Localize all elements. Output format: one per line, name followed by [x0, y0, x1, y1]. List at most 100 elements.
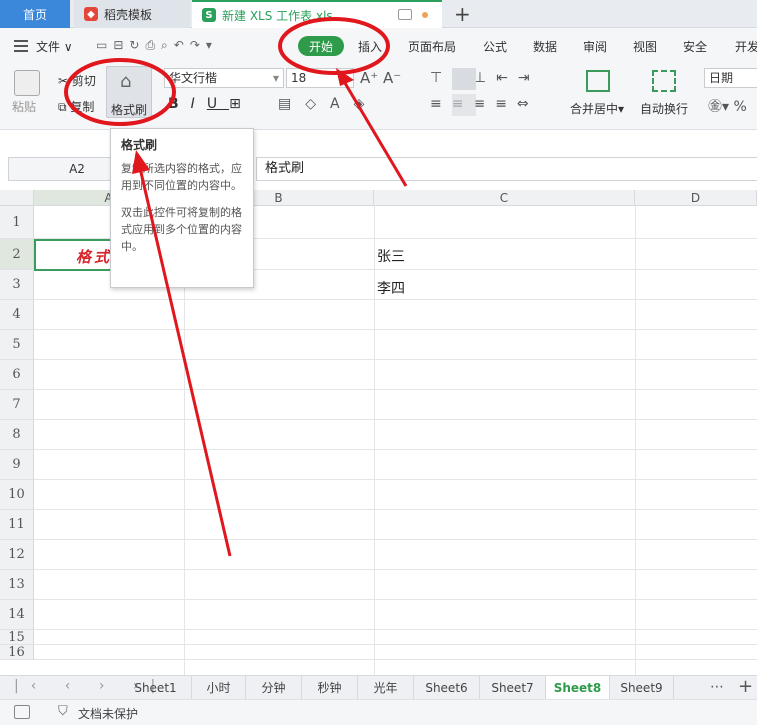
- row-header-10[interactable]: 10: [0, 480, 34, 510]
- merge-center-icon: [586, 70, 610, 92]
- menu-insert[interactable]: 插入: [358, 38, 382, 55]
- unsaved-dot-icon: [422, 12, 428, 18]
- shield-icon: ⛉: [58, 704, 68, 719]
- cell-c3[interactable]: 李四: [377, 278, 405, 298]
- menu-row: 文件 ∨ ▭⊟↻⎙⌕↶↷▾ 插入 页面布局 公式 数据 审阅 视图 安全 开发: [0, 28, 757, 64]
- select-all-corner[interactable]: [0, 190, 34, 206]
- sheet-tab-小时[interactable]: 小时: [192, 676, 246, 700]
- document-tab-bar: 首页 ◆ 稻壳模板 S 新建 XLS 工作表.xls +: [0, 0, 757, 28]
- menu-data[interactable]: 数据: [533, 38, 557, 55]
- status-bar: ⛉ 文档未保护: [0, 699, 757, 725]
- ribbon: 粘贴 ✂ 剪切 ⧉ 复制 ⌂ 格式刷 华文行楷 ▾ 18 ▾ A⁺ A⁻ BIU⊞ …: [0, 64, 757, 130]
- row-gridline: [34, 569, 757, 570]
- sheet-tab-sheet9[interactable]: Sheet9: [610, 676, 674, 700]
- tab-home[interactable]: 首页: [0, 0, 70, 28]
- cut-button[interactable]: ✂ 剪切: [58, 72, 96, 89]
- align-middle-active[interactable]: [452, 68, 476, 90]
- copy-button[interactable]: ⧉ 复制: [58, 98, 94, 115]
- tab-active-file-label: 新建 XLS 工作表.xls: [222, 8, 333, 23]
- font-size-select[interactable]: 18 ▾: [286, 68, 354, 88]
- menu-page-layout[interactable]: 页面布局: [408, 38, 456, 55]
- number-format-select[interactable]: 日期: [704, 68, 757, 88]
- row-header-15[interactable]: 15: [0, 630, 34, 645]
- menu-file[interactable]: 文件 ∨: [36, 38, 73, 55]
- font-style-buttons[interactable]: BIU⊞: [168, 96, 253, 112]
- menu-review[interactable]: 审阅: [583, 38, 607, 55]
- tab-templates[interactable]: ◆ 稻壳模板: [74, 0, 190, 28]
- currency-percent-icons[interactable]: ㊎▾ %: [708, 96, 747, 116]
- tab-templates-label: 稻壳模板: [104, 7, 153, 22]
- row-header-4[interactable]: 4: [0, 300, 34, 330]
- font-family-select[interactable]: 华文行楷 ▾: [164, 68, 284, 88]
- wrap-text-button[interactable]: 自动换行: [640, 100, 688, 117]
- wrap-text-icon: [652, 70, 676, 92]
- new-tab-plus-icon[interactable]: +: [454, 2, 471, 26]
- column-header-d[interactable]: D: [635, 190, 757, 206]
- row-header-3[interactable]: 3: [0, 270, 34, 300]
- sheet-tab-sheet7[interactable]: Sheet7: [480, 676, 546, 700]
- template-logo-icon: ◆: [84, 7, 98, 21]
- font-grow-shrink-icons[interactable]: A⁺ A⁻: [360, 69, 401, 87]
- vertical-align-icons[interactable]: ⊤≡⊥⇤⇥: [430, 70, 540, 86]
- row-header-11[interactable]: 11: [0, 510, 34, 540]
- tab-active-file[interactable]: S 新建 XLS 工作表.xls: [192, 0, 442, 28]
- row-gridline: [34, 299, 757, 300]
- row-header-6[interactable]: 6: [0, 360, 34, 390]
- row-header-13[interactable]: 13: [0, 570, 34, 600]
- tooltip-title: 格式刷: [121, 138, 158, 152]
- row-header-16[interactable]: 16: [0, 645, 34, 660]
- copy-icon: ⧉: [58, 100, 67, 114]
- quick-access-toolbar[interactable]: ▭⊟↻⎙⌕↶↷▾: [96, 38, 218, 53]
- row-gridline: [34, 389, 757, 390]
- format-painter-button[interactable]: ⌂ 格式刷: [106, 66, 152, 118]
- align-center-active[interactable]: [452, 94, 476, 116]
- tooltip-text-2: 双击此控件可将复制的格式应用到多个位置的内容中。: [121, 206, 242, 253]
- more-sheets-icon[interactable]: ⋯: [710, 679, 724, 695]
- row-header-1[interactable]: 1: [0, 206, 34, 239]
- column-header-c[interactable]: C: [374, 190, 635, 206]
- fill-font-color-icons[interactable]: ▤◇A◈: [278, 96, 378, 112]
- row-gridline: [34, 629, 757, 630]
- row-header-9[interactable]: 9: [0, 450, 34, 480]
- horizontal-align-icons[interactable]: ≡≡≡≡⇔: [430, 96, 539, 112]
- row-gridline: [34, 479, 757, 480]
- row-gridline: [34, 644, 757, 645]
- row-gridline: [34, 329, 757, 330]
- spreadsheet-file-icon: S: [202, 8, 216, 22]
- row-header-12[interactable]: 12: [0, 540, 34, 570]
- macro-record-icon[interactable]: [14, 705, 30, 719]
- menu-formula[interactable]: 公式: [483, 38, 507, 55]
- menu-developer[interactable]: 开发: [735, 38, 757, 55]
- add-sheet-icon[interactable]: +: [738, 676, 753, 697]
- scissors-icon: ✂: [58, 74, 69, 88]
- row-gridline: [34, 509, 757, 510]
- row-gridline: [34, 539, 757, 540]
- row-header-8[interactable]: 8: [0, 420, 34, 450]
- sheet-tab-sheet1[interactable]: Sheet1: [120, 676, 192, 700]
- monitor-icon[interactable]: [398, 9, 412, 20]
- sheet-tab-sheet8[interactable]: Sheet8: [546, 676, 610, 700]
- merge-center-button[interactable]: 合并居中▾: [570, 100, 624, 117]
- menu-security[interactable]: 安全: [683, 38, 707, 55]
- sheet-tab-光年[interactable]: 光年: [358, 676, 414, 700]
- document-protection-status[interactable]: 文档未保护: [78, 705, 138, 722]
- cell-c2[interactable]: 张三: [377, 246, 405, 266]
- paste-button[interactable]: 粘贴: [12, 98, 36, 115]
- hamburger-icon[interactable]: [14, 37, 28, 55]
- format-painter-label: 格式刷: [111, 103, 148, 117]
- paste-icon[interactable]: [14, 70, 40, 96]
- sheet-tab-sheet6[interactable]: Sheet6: [414, 676, 480, 700]
- sheet-tab-分钟[interactable]: 分钟: [246, 676, 302, 700]
- format-painter-tooltip: 格式刷 复制所选内容的格式，应用到不同位置的内容中。 双击此控件可将复制的格式应…: [110, 128, 254, 288]
- row-header-2[interactable]: 2: [0, 239, 34, 270]
- row-gridline: [34, 659, 757, 660]
- menu-view[interactable]: 视图: [633, 38, 657, 55]
- row-header-14[interactable]: 14: [0, 600, 34, 630]
- formula-input[interactable]: 格式刷: [256, 157, 757, 181]
- row-gridline: [34, 449, 757, 450]
- row-header-5[interactable]: 5: [0, 330, 34, 360]
- menu-start-active[interactable]: 开始: [298, 36, 344, 56]
- row-header-7[interactable]: 7: [0, 390, 34, 420]
- row-gridline: [34, 599, 757, 600]
- sheet-tab-秒钟[interactable]: 秒钟: [302, 676, 358, 700]
